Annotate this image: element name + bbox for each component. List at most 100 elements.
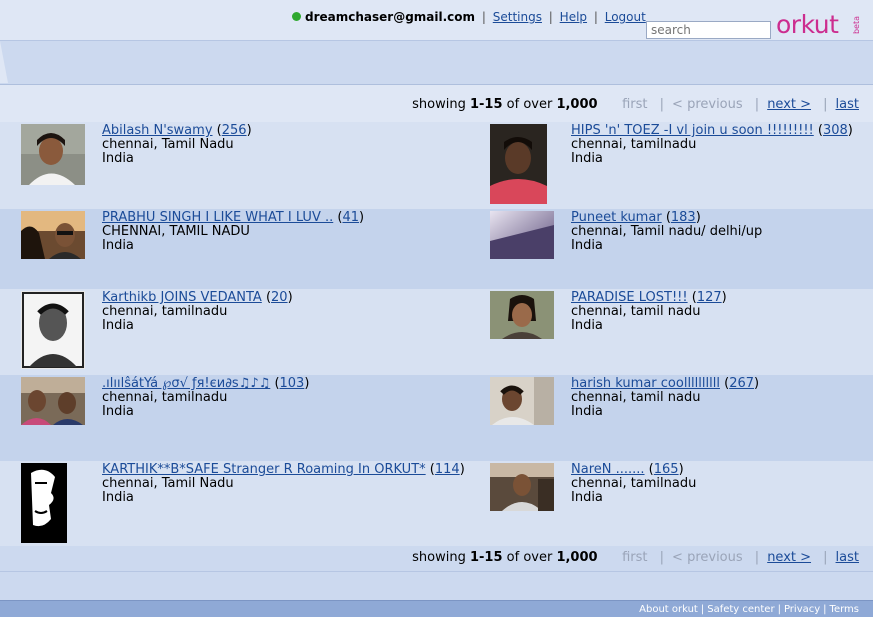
profile-city: chennai, tamilnadu	[102, 304, 228, 319]
profile-country: India	[571, 151, 603, 166]
beta-label: beta	[852, 16, 861, 35]
profile-photo[interactable]	[490, 377, 554, 425]
profile-country: India	[102, 151, 134, 166]
header-band	[0, 40, 873, 85]
profile-country: India	[571, 318, 603, 333]
result-card: PARADISE LOST!!! (127) chennai, tamil na…	[488, 289, 873, 375]
result-info: NareN ....... (165) chennai, tamilnadu I…	[571, 462, 697, 505]
result-info: Abilash N'swamy (256) chennai, Tamil Nad…	[102, 123, 252, 166]
profile-name-link[interactable]: Puneet kumar	[571, 210, 662, 225]
results-row: KARTHIK**B*SAFE Stranger R Roaming In OR…	[0, 461, 873, 546]
profile-name-link[interactable]: Abilash N'swamy	[102, 123, 213, 138]
profile-city: chennai, Tamil Nadu	[102, 137, 234, 152]
footer-privacy-link[interactable]: Privacy	[784, 604, 820, 615]
profile-country: India	[571, 490, 603, 505]
profile-city: chennai, tamilnadu	[571, 137, 697, 152]
friend-count-link[interactable]: 308	[823, 123, 848, 138]
profile-name-link[interactable]: .ılıılŝátYá ℘σ√ ƒя!єи∂ѕ♫♪♫	[102, 376, 270, 391]
top-bar: dreamchaser@gmail.com | Settings | Help …	[0, 0, 873, 41]
result-info: KARTHIK**B*SAFE Stranger R Roaming In OR…	[102, 462, 465, 505]
result-info: Puneet kumar (183) chennai, Tamil nadu/ …	[571, 210, 763, 253]
profile-city: CHENNAI, TAMIL NADU	[102, 224, 250, 239]
results-row: PRABHU SINGH I LIKE WHAT I LUV .. (41) C…	[0, 209, 873, 289]
profile-country: India	[102, 404, 134, 419]
pager-next-link[interactable]: next >	[767, 550, 811, 565]
profile-country: India	[102, 238, 134, 253]
profile-name-link[interactable]: PRABHU SINGH I LIKE WHAT I LUV ..	[102, 210, 333, 225]
profile-photo[interactable]	[490, 291, 554, 339]
profile-photo[interactable]	[490, 463, 554, 511]
help-link[interactable]: Help	[560, 10, 587, 24]
result-info: harish kumar coollllllllll (267) chennai…	[571, 376, 760, 419]
orkut-logo[interactable]: orkut	[776, 10, 839, 39]
profile-city: chennai, tamilnadu	[571, 476, 697, 491]
profile-name-link[interactable]: Karthikb JOINS VEDANTA	[102, 290, 262, 305]
result-card: KARTHIK**B*SAFE Stranger R Roaming In OR…	[0, 461, 488, 546]
result-info: PRABHU SINGH I LIKE WHAT I LUV .. (41) C…	[102, 210, 365, 253]
pager-previous: < previous	[672, 97, 743, 112]
pager-next-link[interactable]: next >	[767, 97, 811, 112]
result-card: Abilash N'swamy (256) chennai, Tamil Nad…	[0, 122, 488, 209]
friend-count-link[interactable]: 165	[654, 462, 679, 477]
pager-last-link[interactable]: last	[836, 550, 859, 565]
result-card: harish kumar coollllllllll (267) chennai…	[488, 375, 873, 461]
profile-city: chennai, Tamil nadu/ delhi/up	[571, 224, 763, 239]
friend-count-link[interactable]: 41	[342, 210, 359, 225]
online-status-icon	[292, 12, 301, 21]
profile-country: India	[102, 490, 134, 505]
friend-count-link[interactable]: 103	[280, 376, 305, 391]
profile-name-link[interactable]: HIPS 'n' TOEZ -I vl join u soon !!!!!!!!…	[571, 123, 814, 138]
friend-count-link[interactable]: 256	[222, 123, 247, 138]
logout-link[interactable]: Logout	[605, 10, 646, 24]
user-email: dreamchaser@gmail.com	[305, 10, 476, 24]
footer: About orkut | Safety center | Privacy | Terms	[0, 600, 873, 617]
profile-photo[interactable]	[21, 291, 85, 369]
profile-city: chennai, tamilnadu	[102, 390, 228, 405]
profile-name-link[interactable]: PARADISE LOST!!!	[571, 290, 688, 305]
pager-last-link[interactable]: last	[836, 97, 859, 112]
user-line: dreamchaser@gmail.com | Settings | Help …	[292, 10, 646, 24]
result-card: .ılıılŝátYá ℘σ√ ƒя!єи∂ѕ♫♪♫ (103) chennai…	[0, 375, 488, 461]
profile-photo[interactable]	[21, 377, 85, 425]
footer-safety-link[interactable]: Safety center	[707, 604, 774, 615]
footer-about-link[interactable]: About orkut	[639, 604, 698, 615]
profile-photo[interactable]	[490, 124, 547, 204]
settings-link[interactable]: Settings	[493, 10, 542, 24]
friend-count-link[interactable]: 127	[697, 290, 722, 305]
result-card: PRABHU SINGH I LIKE WHAT I LUV .. (41) C…	[0, 209, 488, 289]
results-grid: Abilash N'swamy (256) chennai, Tamil Nad…	[0, 122, 873, 546]
bottom-band	[0, 571, 873, 601]
profile-name-link[interactable]: KARTHIK**B*SAFE Stranger R Roaming In OR…	[102, 462, 426, 477]
profile-photo[interactable]	[490, 211, 554, 259]
results-row: Karthikb JOINS VEDANTA (20) chennai, tam…	[0, 289, 873, 375]
results-row: Abilash N'swamy (256) chennai, Tamil Nad…	[0, 122, 873, 209]
pager-bottom: showing 1-15 of over 1,000 |first |< pre…	[412, 550, 859, 565]
result-card: Karthikb JOINS VEDANTA (20) chennai, tam…	[0, 289, 488, 375]
profile-city: chennai, Tamil Nadu	[102, 476, 234, 491]
friend-count-link[interactable]: 20	[271, 290, 288, 305]
profile-name-link[interactable]: NareN .......	[571, 462, 645, 477]
profile-country: India	[571, 404, 603, 419]
search-input[interactable]	[646, 21, 771, 39]
result-card: Puneet kumar (183) chennai, Tamil nadu/ …	[488, 209, 873, 289]
profile-name-link[interactable]: harish kumar coollllllllll	[571, 376, 720, 391]
friend-count-link[interactable]: 183	[671, 210, 696, 225]
result-card: NareN ....... (165) chennai, tamilnadu I…	[488, 461, 873, 546]
result-card: HIPS 'n' TOEZ -I vl join u soon !!!!!!!!…	[488, 122, 873, 209]
result-info: HIPS 'n' TOEZ -I vl join u soon !!!!!!!!…	[571, 123, 853, 166]
results-row: .ılıılŝátYá ℘σ√ ƒя!єи∂ѕ♫♪♫ (103) chennai…	[0, 375, 873, 461]
pager-first: first	[622, 97, 648, 112]
friend-count-link[interactable]: 114	[435, 462, 460, 477]
profile-photo[interactable]	[21, 463, 67, 543]
profile-photo[interactable]	[21, 124, 85, 185]
pager-first: first	[622, 550, 648, 565]
profile-city: chennai, tamil nadu	[571, 304, 701, 319]
result-info: Karthikb JOINS VEDANTA (20) chennai, tam…	[102, 290, 293, 333]
footer-terms-link[interactable]: Terms	[830, 604, 859, 615]
result-info: .ılıılŝátYá ℘σ√ ƒя!єи∂ѕ♫♪♫ (103) chennai…	[102, 376, 310, 419]
pager-previous: < previous	[672, 550, 743, 565]
profile-photo[interactable]	[21, 211, 85, 259]
pager-top: showing 1-15 of over 1,000 |first |< pre…	[412, 97, 859, 112]
profile-city: chennai, tamil nadu	[571, 390, 701, 405]
friend-count-link[interactable]: 267	[729, 376, 754, 391]
